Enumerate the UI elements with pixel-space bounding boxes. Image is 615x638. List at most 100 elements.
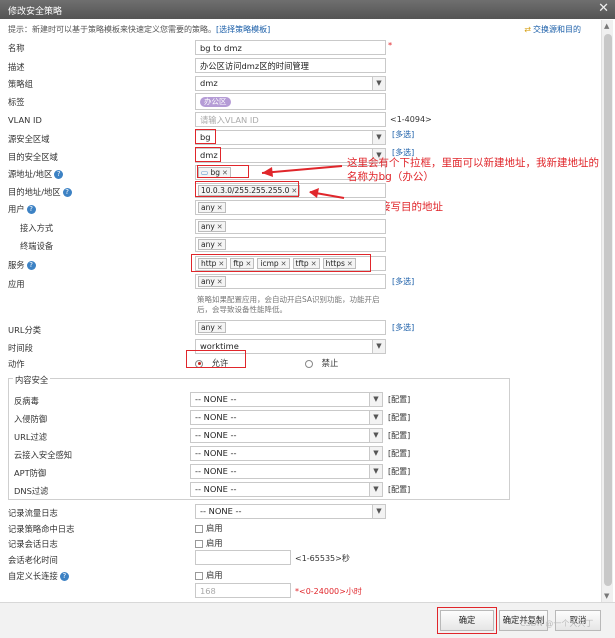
- content-security-legend: 内容安全: [13, 374, 51, 386]
- annotation-arrowhead-2: [309, 188, 319, 198]
- user-tag-text: any: [201, 203, 215, 212]
- checkbox-icon[interactable]: [195, 571, 203, 580]
- remove-icon[interactable]: ✕: [217, 223, 223, 231]
- session-log-checkbox[interactable]: 启用: [195, 537, 223, 549]
- cs-label: 云接入安全感知: [14, 450, 73, 460]
- app-label: 应用: [8, 279, 25, 289]
- chevron-down-icon[interactable]: ▼: [369, 429, 382, 442]
- annotation-1-line-2: 名称为bg（办公）: [347, 171, 434, 183]
- aging-range: <1-65535>秒: [295, 554, 350, 563]
- user-label-text: 用户: [8, 204, 25, 214]
- long-conn-checkbox[interactable]: 启用: [195, 569, 223, 581]
- app-tag-text: any: [201, 277, 215, 286]
- cs-label: 反病毒: [14, 396, 39, 406]
- hit-log-check-label: 启用: [206, 523, 223, 533]
- cloud-select[interactable]: -- NONE -- ▼: [190, 446, 383, 461]
- user-input[interactable]: any ✕: [195, 200, 386, 215]
- access-label: 接入方式: [20, 223, 54, 233]
- dns-select[interactable]: -- NONE -- ▼: [190, 482, 383, 497]
- config-link[interactable]: [配置]: [388, 448, 410, 459]
- action-deny-label: 禁止: [321, 358, 339, 368]
- user-label: 用户?: [8, 203, 36, 215]
- url-tag-text: any: [201, 323, 215, 332]
- chevron-down-icon[interactable]: ▼: [369, 393, 382, 406]
- remove-icon[interactable]: ✕: [217, 241, 223, 249]
- terminal-label: 终端设备: [20, 241, 54, 251]
- chevron-down-icon[interactable]: ▼: [372, 505, 385, 518]
- url-multi-link[interactable]: [多选]: [392, 322, 414, 333]
- long-conn-label-text: 自定义长连接: [8, 571, 58, 581]
- session-log-label: 记录会话日志: [8, 539, 58, 549]
- aging-input[interactable]: [195, 550, 291, 565]
- action-deny-radio[interactable]: 禁止: [305, 357, 338, 369]
- help-icon[interactable]: ?: [59, 572, 69, 581]
- hit-log-label: 记录策略命中日志: [8, 524, 75, 534]
- watermark: CSDN @一个大只丁: [520, 619, 594, 628]
- cloud-value: -- NONE --: [195, 448, 237, 458]
- chevron-down-icon[interactable]: ▼: [372, 340, 385, 353]
- terminal-tag-text: any: [201, 240, 215, 249]
- antivirus-value: -- NONE --: [195, 394, 237, 404]
- action-label: 动作: [8, 359, 25, 369]
- aging-label: 会话老化时间: [8, 555, 58, 565]
- annotation-arrow-1: [261, 165, 343, 174]
- checkbox-icon[interactable]: [195, 539, 203, 548]
- long-conn-check-label: 启用: [206, 570, 223, 580]
- annotation-1-line-1: 这里会有个下拉框，里面可以新建地址，我新建地址的: [347, 157, 599, 169]
- config-link[interactable]: [配置]: [388, 394, 410, 405]
- chevron-down-icon[interactable]: ▼: [369, 483, 382, 496]
- help-icon[interactable]: ?: [26, 205, 36, 214]
- service-highlight: [191, 254, 371, 272]
- cs-label: APT防御: [14, 468, 47, 478]
- config-link[interactable]: [配置]: [388, 484, 410, 495]
- ok-highlight: [437, 607, 497, 634]
- url-filter-select[interactable]: -- NONE -- ▼: [190, 428, 383, 443]
- config-link[interactable]: [配置]: [388, 412, 410, 423]
- long-conn-range: *<0-24000>小时: [295, 587, 362, 596]
- time-label: 时间段: [8, 343, 33, 353]
- remove-icon[interactable]: ✕: [217, 204, 223, 212]
- app-multi-link[interactable]: [多选]: [392, 276, 414, 287]
- checkbox-icon[interactable]: [195, 524, 203, 533]
- url-filter-value: -- NONE --: [195, 430, 237, 440]
- service-label: 服务?: [8, 259, 36, 271]
- access-input[interactable]: any ✕: [195, 219, 386, 234]
- terminal-input[interactable]: any ✕: [195, 237, 386, 252]
- app-note-2: 后，会导致设备性能降低。: [197, 305, 287, 314]
- access-tag[interactable]: any ✕: [198, 221, 226, 232]
- hit-log-checkbox[interactable]: 启用: [195, 522, 223, 534]
- action-highlight: [186, 350, 246, 368]
- annotation-arrows: [261, 165, 345, 199]
- chevron-down-icon[interactable]: ▼: [369, 411, 382, 424]
- ips-select[interactable]: -- NONE -- ▼: [190, 410, 383, 425]
- traffic-log-select[interactable]: -- NONE -- ▼: [195, 504, 386, 519]
- ips-value: -- NONE --: [195, 412, 237, 422]
- antivirus-select[interactable]: -- NONE -- ▼: [190, 392, 383, 407]
- access-tag-text: any: [201, 222, 215, 231]
- cs-label: 入侵防御: [14, 414, 48, 424]
- terminal-tag[interactable]: any ✕: [198, 239, 226, 250]
- url-input[interactable]: any ✕: [195, 320, 386, 335]
- traffic-log-value: -- NONE --: [200, 506, 242, 516]
- config-link[interactable]: [配置]: [388, 466, 410, 477]
- remove-icon[interactable]: ✕: [217, 278, 223, 286]
- remove-icon[interactable]: ✕: [217, 324, 223, 332]
- url-tag[interactable]: any ✕: [198, 322, 226, 333]
- help-icon[interactable]: ?: [26, 261, 36, 270]
- app-tag[interactable]: any ✕: [198, 276, 226, 287]
- long-conn-hours-input[interactable]: 168: [195, 583, 291, 598]
- radio-off-icon[interactable]: [305, 359, 313, 368]
- service-label-text: 服务: [8, 260, 25, 270]
- url-label: URL分类: [8, 325, 42, 335]
- long-conn-label: 自定义长连接?: [8, 570, 69, 582]
- user-tag[interactable]: any ✕: [198, 202, 226, 213]
- apt-value: -- NONE --: [195, 466, 237, 476]
- chevron-down-icon[interactable]: ▼: [369, 447, 382, 460]
- traffic-log-label: 记录流量日志: [8, 508, 58, 518]
- cs-label: DNS过滤: [14, 486, 49, 496]
- app-note-1: 策略如果配置应用，会自动开启SA识别功能，功能开启: [197, 295, 380, 304]
- chevron-down-icon[interactable]: ▼: [369, 465, 382, 478]
- apt-select[interactable]: -- NONE -- ▼: [190, 464, 383, 479]
- config-link[interactable]: [配置]: [388, 430, 410, 441]
- app-input[interactable]: any ✕: [195, 274, 386, 289]
